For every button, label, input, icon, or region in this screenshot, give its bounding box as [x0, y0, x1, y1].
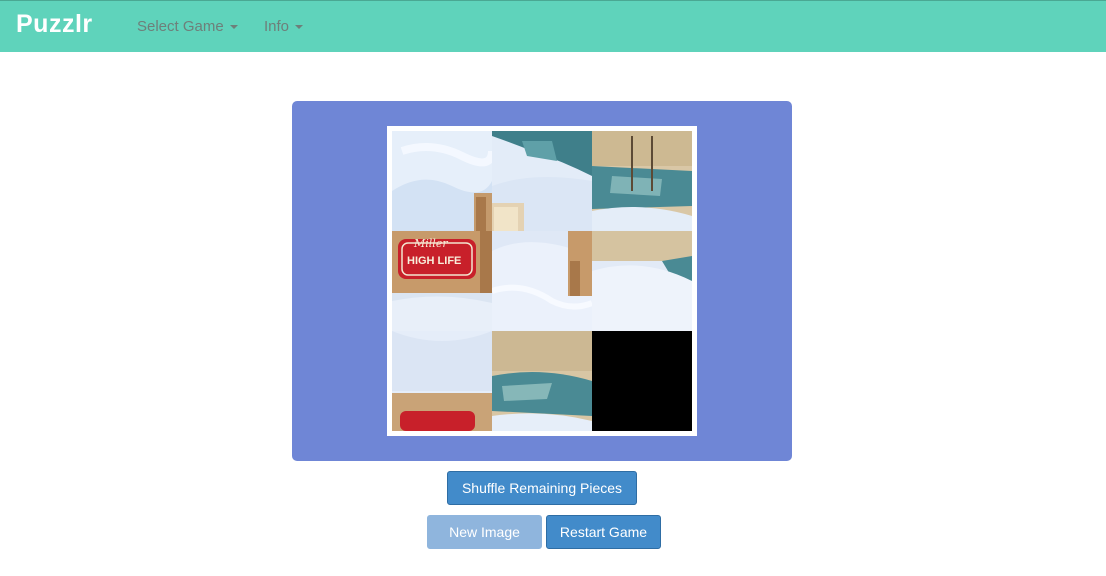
puzzle-tile-3[interactable]: [592, 131, 692, 231]
puzzle-tile-1[interactable]: [392, 131, 492, 231]
blank-tile[interactable]: [592, 331, 692, 431]
puzzle-board: Miller HIGH LIFE: [292, 101, 792, 461]
shuffle-button[interactable]: Shuffle Remaining Pieces: [447, 471, 637, 505]
puzzle-tile-7[interactable]: [392, 331, 492, 431]
puzzle-tile-8[interactable]: [492, 331, 592, 431]
puzzle-grid: Miller HIGH LIFE: [392, 131, 692, 431]
new-image-button[interactable]: New Image: [427, 515, 542, 549]
chevron-down-icon: [229, 25, 238, 30]
brand-logo[interactable]: Puzzlr: [16, 10, 93, 39]
high-life-label: HIGH LIFE: [407, 255, 461, 267]
miller-label: Miller: [413, 237, 448, 250]
restart-game-button[interactable]: Restart Game: [546, 515, 661, 549]
select-game-menu[interactable]: Select Game: [137, 18, 238, 35]
puzzle-frame: Miller HIGH LIFE: [387, 126, 697, 436]
puzzle-tile-4[interactable]: Miller HIGH LIFE: [392, 231, 492, 331]
info-menu[interactable]: Info: [264, 18, 304, 35]
puzzle-tile-6[interactable]: [592, 231, 692, 331]
chevron-down-icon: [295, 25, 304, 30]
puzzle-tile-5[interactable]: [492, 231, 592, 331]
info-label: Info: [264, 18, 290, 35]
select-game-label: Select Game: [137, 18, 224, 35]
puzzle-tile-2[interactable]: [492, 131, 592, 231]
navbar: Puzzlr Select Game Info: [0, 0, 1106, 52]
